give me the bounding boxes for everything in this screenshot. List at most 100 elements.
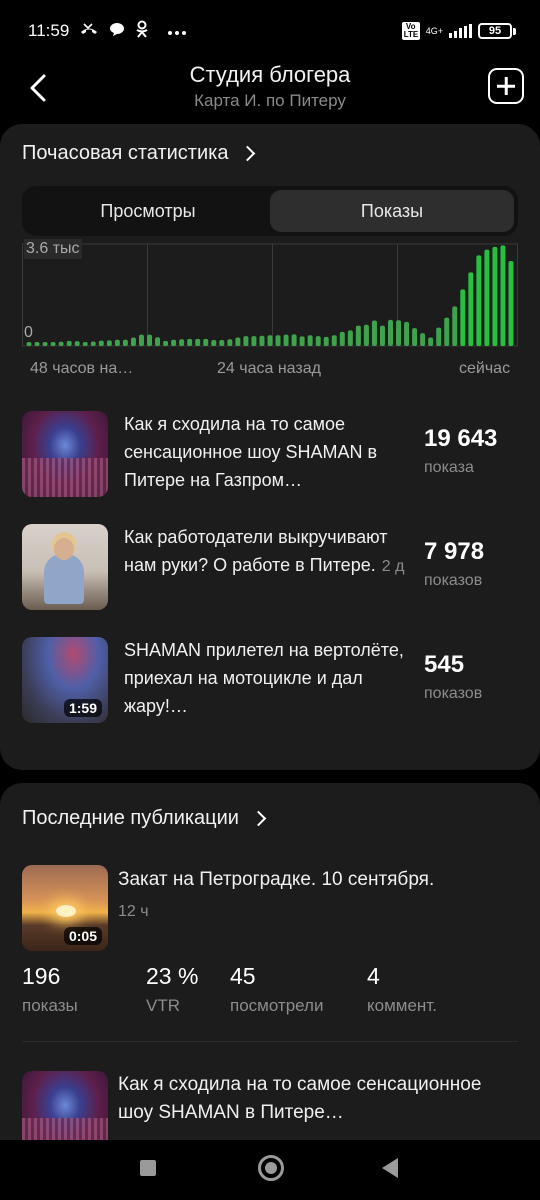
- missed-call-icon: [79, 22, 99, 40]
- channel-name: Карта И. по Питеру: [194, 91, 346, 110]
- video-thumbnail: [22, 524, 108, 610]
- publication-age: 12 ч: [118, 903, 149, 920]
- chart-bar: [130, 337, 136, 346]
- volte-icon: Vo LTE: [401, 22, 420, 40]
- metric-switch: Просмотры Показы: [22, 186, 518, 236]
- item-count: 545: [424, 651, 465, 678]
- chart-bar: [363, 324, 369, 346]
- recent-publications-card: Последние публикации 0:05 Закат на Петро…: [0, 783, 540, 1143]
- item-title: Как работодатели выкручивают нам руки? О…: [124, 523, 414, 581]
- chart-bar: [299, 336, 305, 346]
- chart-bar: [58, 341, 64, 346]
- video-thumbnail: 1:59: [22, 637, 108, 723]
- chart-bar: [66, 340, 72, 346]
- system-nav-bar: [0, 1140, 540, 1200]
- chart-min-label: 0: [24, 324, 33, 341]
- chart-bar: [219, 340, 225, 346]
- stat-label: коммент.: [367, 996, 437, 1015]
- chart-bar: [114, 339, 120, 346]
- chevron-right-icon: [240, 145, 256, 162]
- chart-bar: [227, 339, 233, 346]
- chart-bar: [452, 306, 458, 346]
- chart-bar: [259, 335, 265, 346]
- x-label-end: сейчас: [459, 360, 511, 377]
- item-unit: показов: [424, 572, 483, 589]
- tab-impressions[interactable]: Показы: [270, 190, 514, 232]
- item-title-text: SHAMAN прилетел на вертолёте, приехал на…: [124, 640, 404, 716]
- network-type: 4G+: [425, 25, 443, 36]
- stat-comments: 4 коммент.: [367, 963, 437, 1016]
- list-item[interactable]: Как я сходила на то самое сенсационное ш…: [22, 411, 518, 497]
- more-dots-icon: [167, 23, 187, 40]
- chart-bar: [420, 333, 426, 346]
- chart-bar: [388, 319, 393, 346]
- hourly-stats-header[interactable]: Почасовая статистика: [22, 142, 256, 165]
- stat-vtr: 23 % VTR: [146, 963, 198, 1016]
- stat-watched: 45 посмотрели: [230, 963, 323, 1016]
- chart-bar: [235, 337, 241, 346]
- item-unit: показа: [424, 459, 474, 476]
- title-block: Студия блогера Карта И. по Питеру: [0, 62, 540, 112]
- video-thumbnail: [22, 411, 108, 497]
- status-bar: 11:59 Vo LTE 4G+ 95: [0, 0, 540, 62]
- chart-bar: [412, 328, 418, 346]
- chart-bar: [500, 245, 506, 346]
- chart-bar: [396, 320, 402, 346]
- publication-title: Закат на Петроградке. 10 сентября.: [118, 869, 435, 890]
- chart-max-label: 3.6 тыс: [24, 239, 82, 259]
- chart-bar: [98, 340, 104, 346]
- odnoklassniki-icon: [135, 20, 149, 42]
- chart-bar: [460, 289, 466, 346]
- status-time: 11:59: [28, 21, 70, 40]
- tab-views[interactable]: Просмотры: [26, 190, 270, 232]
- item-unit: показов: [424, 685, 483, 702]
- chart-bar: [275, 335, 281, 346]
- chart-bar: [42, 342, 48, 346]
- status-right: Vo LTE 4G+ 95: [401, 22, 516, 40]
- stat-label: посмотрели: [230, 996, 324, 1015]
- chart-bar: [508, 261, 514, 346]
- chart-bar: [444, 317, 450, 346]
- system-back-button[interactable]: [382, 1158, 398, 1178]
- stat-value: 23 %: [146, 963, 199, 989]
- recent-publications-title: Последние публикации: [22, 807, 239, 829]
- page-title: Студия блогера: [189, 62, 351, 87]
- app-header: Студия блогера Карта И. по Питеру: [0, 62, 540, 124]
- battery-icon: 95: [478, 23, 516, 39]
- chart-bar: [179, 339, 185, 346]
- hourly-stats-title: Почасовая статистика: [22, 142, 229, 164]
- chart-bar: [138, 334, 144, 346]
- chart-bar: [476, 255, 482, 346]
- chart-bar: [436, 327, 442, 346]
- x-label-start: 48 часов на…: [30, 360, 134, 377]
- stat-value: 45: [230, 963, 256, 989]
- chart-bar: [283, 334, 289, 346]
- battery-level: 95: [478, 23, 512, 39]
- chart-bar: [155, 337, 161, 346]
- chart-bar: [82, 342, 88, 346]
- chart-bar: [484, 249, 490, 346]
- item-age: 2 д: [381, 558, 405, 575]
- home-button[interactable]: [258, 1155, 284, 1181]
- item-title: Как я сходила на то самое сенсационное ш…: [124, 410, 414, 494]
- list-item[interactable]: Как работодатели выкручивают нам руки? О…: [22, 524, 518, 610]
- chart-bar: [26, 342, 32, 346]
- add-publication-button[interactable]: [488, 68, 524, 104]
- publication-stats: 196 показы 23 % VTR 45 посмотрели 4 комм…: [22, 963, 518, 1019]
- recents-button[interactable]: [140, 1160, 156, 1176]
- chart-bar: [106, 340, 112, 346]
- chart-bar: [74, 341, 80, 346]
- chart-bar: [355, 325, 361, 346]
- item-count: 19 643: [424, 425, 498, 452]
- list-item[interactable]: 1:59 SHAMAN прилетел на вертолёте, приех…: [22, 637, 518, 723]
- item-title: SHAMAN прилетел на вертолёте, приехал на…: [124, 636, 414, 720]
- chevron-right-icon: [250, 810, 267, 827]
- chart-bar: [307, 335, 313, 346]
- chart-bar: [371, 320, 377, 346]
- chart-bar: [163, 340, 169, 346]
- chart-bar: [50, 342, 56, 346]
- chart-bar: [291, 334, 297, 346]
- chart-bar: [203, 338, 209, 346]
- recent-publications-header[interactable]: Последние публикации: [22, 807, 267, 830]
- chart-bar: [211, 340, 217, 346]
